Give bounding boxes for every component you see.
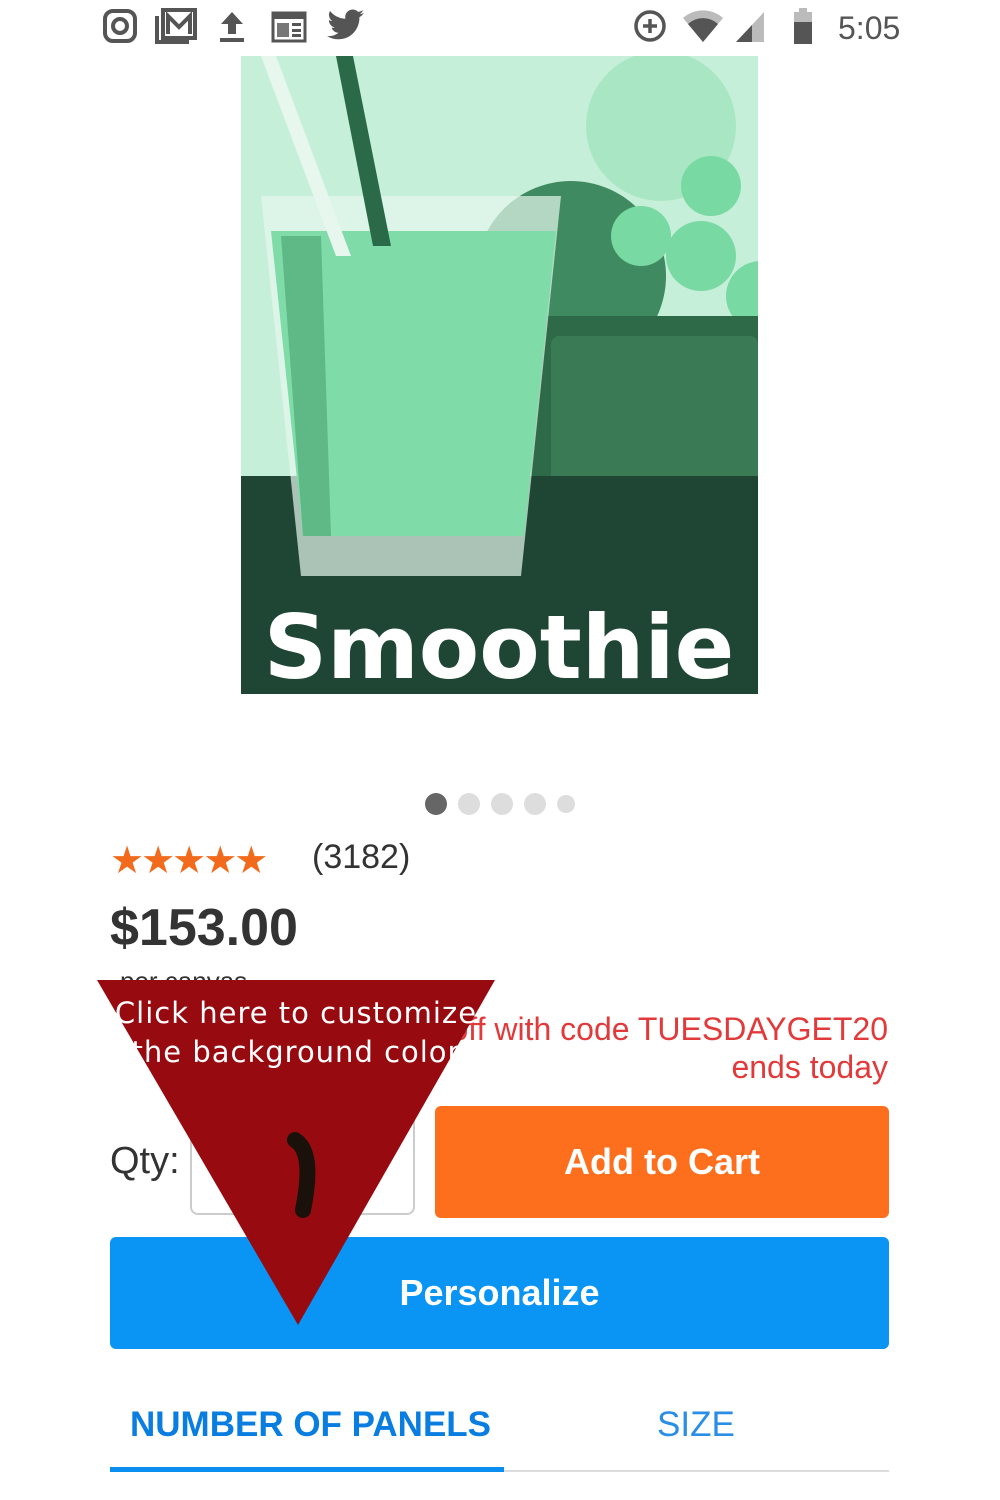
data-saver-icon <box>632 8 668 53</box>
instagram-icon <box>102 8 138 53</box>
tooltip-text[interactable]: Click here to customize the background c… <box>110 994 482 1072</box>
carousel-dot[interactable] <box>524 793 546 815</box>
promo-line-1: off with code TUESDAYGET20 <box>450 1011 888 1047</box>
image-title: Smoothie <box>264 596 735 694</box>
twitter-icon <box>326 8 366 53</box>
gmail-icon <box>155 8 197 53</box>
upload-icon <box>218 8 246 53</box>
promo-line-2: ends today <box>731 1049 888 1085</box>
signal-icon <box>734 8 766 53</box>
star-rating[interactable]: ★★★★★ <box>110 838 268 883</box>
calendar-icon <box>271 8 307 53</box>
add-to-cart-button[interactable]: Add to Cart <box>435 1106 889 1218</box>
review-count[interactable]: (3182) <box>312 838 410 877</box>
product-image[interactable]: Smoothie <box>241 51 796 699</box>
carousel-dot[interactable] <box>557 795 575 813</box>
tab-number-of-panels[interactable]: NUMBER OF PANELS <box>130 1405 491 1445</box>
tab-active-indicator <box>110 1467 504 1472</box>
carousel-dot[interactable] <box>425 793 447 815</box>
carousel-dot[interactable] <box>458 793 480 815</box>
tab-size[interactable]: SIZE <box>657 1405 735 1445</box>
clock: 5:05 <box>838 10 901 46</box>
battery-icon <box>792 8 814 53</box>
price: $153.00 <box>110 899 298 957</box>
wifi-icon <box>682 8 724 53</box>
carousel-dot[interactable] <box>491 793 513 815</box>
promo-text: off with code TUESDAYGET20 ends today <box>450 1010 888 1086</box>
